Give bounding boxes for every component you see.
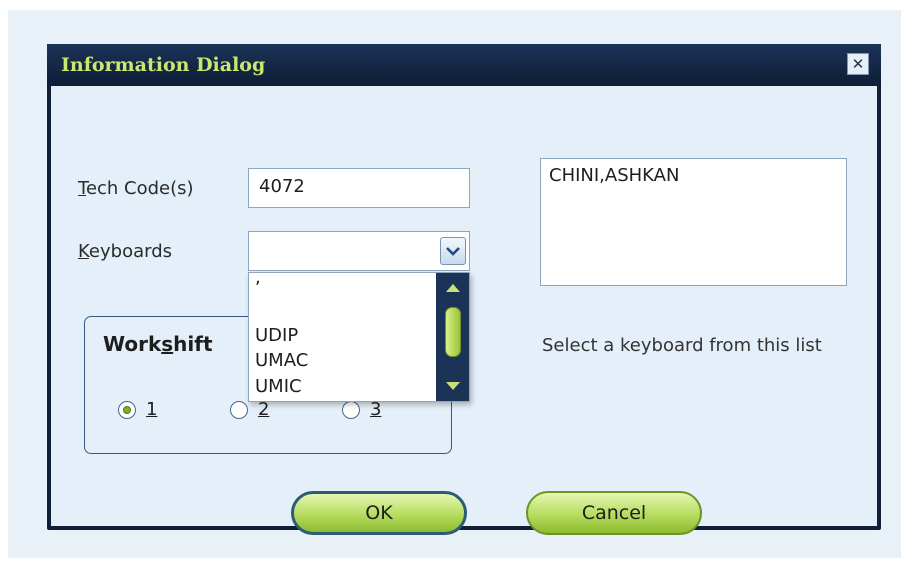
cancel-button[interactable]: Cancel — [526, 491, 702, 535]
workshift-radio-3[interactable]: 3 — [342, 399, 381, 420]
scrollbar-thumb[interactable] — [445, 307, 461, 357]
keyboards-label: Keyboards — [78, 241, 173, 262]
employee-name-box[interactable]: CHINI,ASHKAN — [540, 158, 847, 286]
radio-circle[interactable] — [230, 400, 248, 419]
dropdown-scrollbar[interactable] — [436, 273, 469, 401]
dialog-title: Information Dialog — [61, 54, 266, 76]
radio-circle[interactable] — [118, 400, 136, 419]
workshift-title: Workshift — [103, 332, 213, 356]
keyboard-option[interactable]: UMIC — [255, 376, 302, 397]
ok-button[interactable]: OK — [291, 491, 467, 535]
employee-name: CHINI,ASHKAN — [549, 165, 680, 186]
keyboards-dropdown-button[interactable] — [440, 237, 466, 265]
close-button[interactable]: ✕ — [847, 53, 869, 75]
information-dialog: Information Dialog ✕ Tech Code(s) 4072 K… — [47, 44, 881, 535]
dialog-titlebar: Information Dialog ✕ — [47, 44, 881, 86]
tech-code-input[interactable]: 4072 — [248, 168, 470, 208]
arrow-up-icon[interactable] — [442, 279, 464, 297]
keyboard-option[interactable]: UDIP — [255, 325, 298, 346]
tech-code-label: Tech Code(s) — [78, 178, 194, 199]
close-icon: ✕ — [851, 55, 865, 73]
keyboards-options: , UDIP UMAC UMIC — [249, 273, 437, 401]
chevron-down-icon — [446, 247, 460, 256]
tech-code-value: 4072 — [259, 176, 305, 197]
radio-circle[interactable] — [342, 400, 360, 419]
keyboard-option[interactable]: , — [255, 273, 261, 288]
arrow-down-icon[interactable] — [442, 377, 464, 395]
workshift-radio-1[interactable]: 1 — [118, 399, 157, 420]
keyboard-option[interactable]: UMAC — [255, 350, 308, 371]
workshift-radio-2[interactable]: 2 — [230, 399, 269, 420]
hint-text: Select a keyboard from this list — [542, 335, 822, 356]
keyboards-dropdown-list[interactable]: , UDIP UMAC UMIC — [248, 272, 470, 402]
keyboards-select[interactable] — [248, 231, 470, 271]
dialog-content: Tech Code(s) 4072 Keyboards , UDIP UMAC … — [51, 86, 877, 535]
